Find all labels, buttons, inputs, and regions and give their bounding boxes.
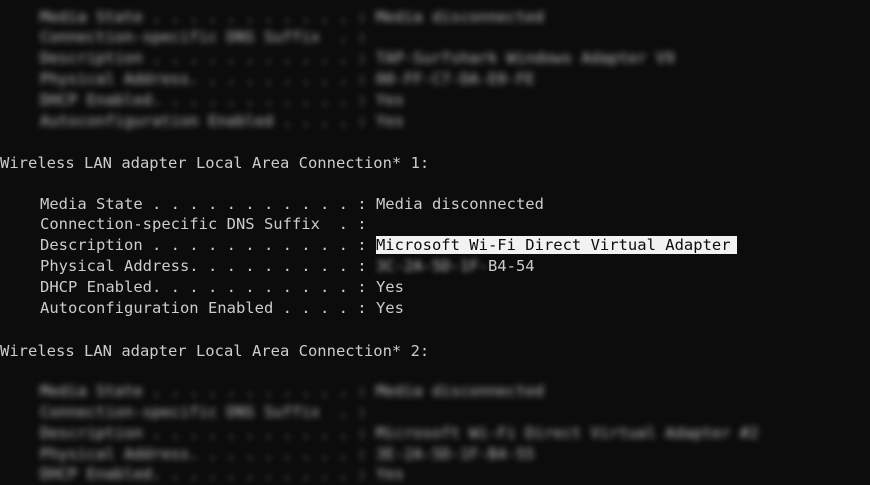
- blurred-line: Description . . . . . . . . . . . : TAP-…: [40, 49, 675, 67]
- blurred-line: Physical Address. . . . . . . . . : 00-F…: [40, 70, 535, 88]
- physical-address-label: Physical Address. . . . . . . . . :: [40, 257, 367, 275]
- dhcp-label: DHCP Enabled. . . . . . . . . . . :: [40, 278, 367, 296]
- dhcp-row: DHCP Enabled. . . . . . . . . . . : Yes: [0, 276, 404, 298]
- description-label: Description . . . . . . . . . . . :: [40, 236, 367, 254]
- autoconfig-label: Autoconfiguration Enabled . . . . :: [40, 299, 367, 317]
- blurred-line: Media State . . . . . . . . . . . : Medi…: [40, 8, 544, 26]
- adapter1-header: Wireless LAN adapter Local Area Connecti…: [0, 154, 430, 172]
- media-state-row: Media State . . . . . . . . . . . : Medi…: [0, 193, 544, 215]
- blurred-line: Description . . . . . . . . . . . : Micr…: [40, 424, 759, 442]
- dhcp-value: Yes: [375, 278, 404, 296]
- physical-address-value: B4-54: [487, 257, 535, 275]
- terminal-window[interactable]: Media State . . . . . . . . . . . : Medi…: [0, 0, 870, 483]
- blurred-line: Connection-specific DNS Suffix . :: [40, 28, 367, 46]
- autoconfig-row: Autoconfiguration Enabled . . . . : Yes: [0, 297, 404, 319]
- autoconfig-value: Yes: [375, 299, 404, 317]
- blurred-line: Autoconfiguration Enabled . . . . : Yes: [40, 112, 404, 130]
- redacted-mac-prefix: 3C-2A-5D-1F-: [375, 257, 488, 275]
- media-state-label: Media State . . . . . . . . . . . :: [40, 195, 367, 213]
- description-row: Description . . . . . . . . . . . : Micr…: [0, 234, 737, 256]
- physical-address-row: Physical Address. . . . . . . . . : 3C-2…: [0, 255, 535, 277]
- description-value-selected[interactable]: Microsoft Wi-Fi Direct Virtual Adapter: [375, 236, 737, 254]
- blurred-line: Connection-specific DNS Suffix . :: [40, 403, 367, 421]
- dns-suffix-row: Connection-specific DNS Suffix . :: [0, 213, 367, 235]
- media-state-value: Media disconnected: [375, 195, 544, 213]
- blurred-line: Physical Address. . . . . . . . . : 3E-2…: [40, 445, 535, 463]
- blurred-line: DHCP Enabled. . . . . . . . . . . : Yes: [40, 91, 404, 109]
- dns-suffix-label: Connection-specific DNS Suffix . :: [40, 215, 367, 233]
- blurred-line: DHCP Enabled. . . . . . . . . . . : Yes: [40, 465, 404, 483]
- adapter2-header: Wireless LAN adapter Local Area Connecti…: [0, 342, 430, 360]
- blurred-line: Media State . . . . . . . . . . . : Medi…: [40, 382, 544, 400]
